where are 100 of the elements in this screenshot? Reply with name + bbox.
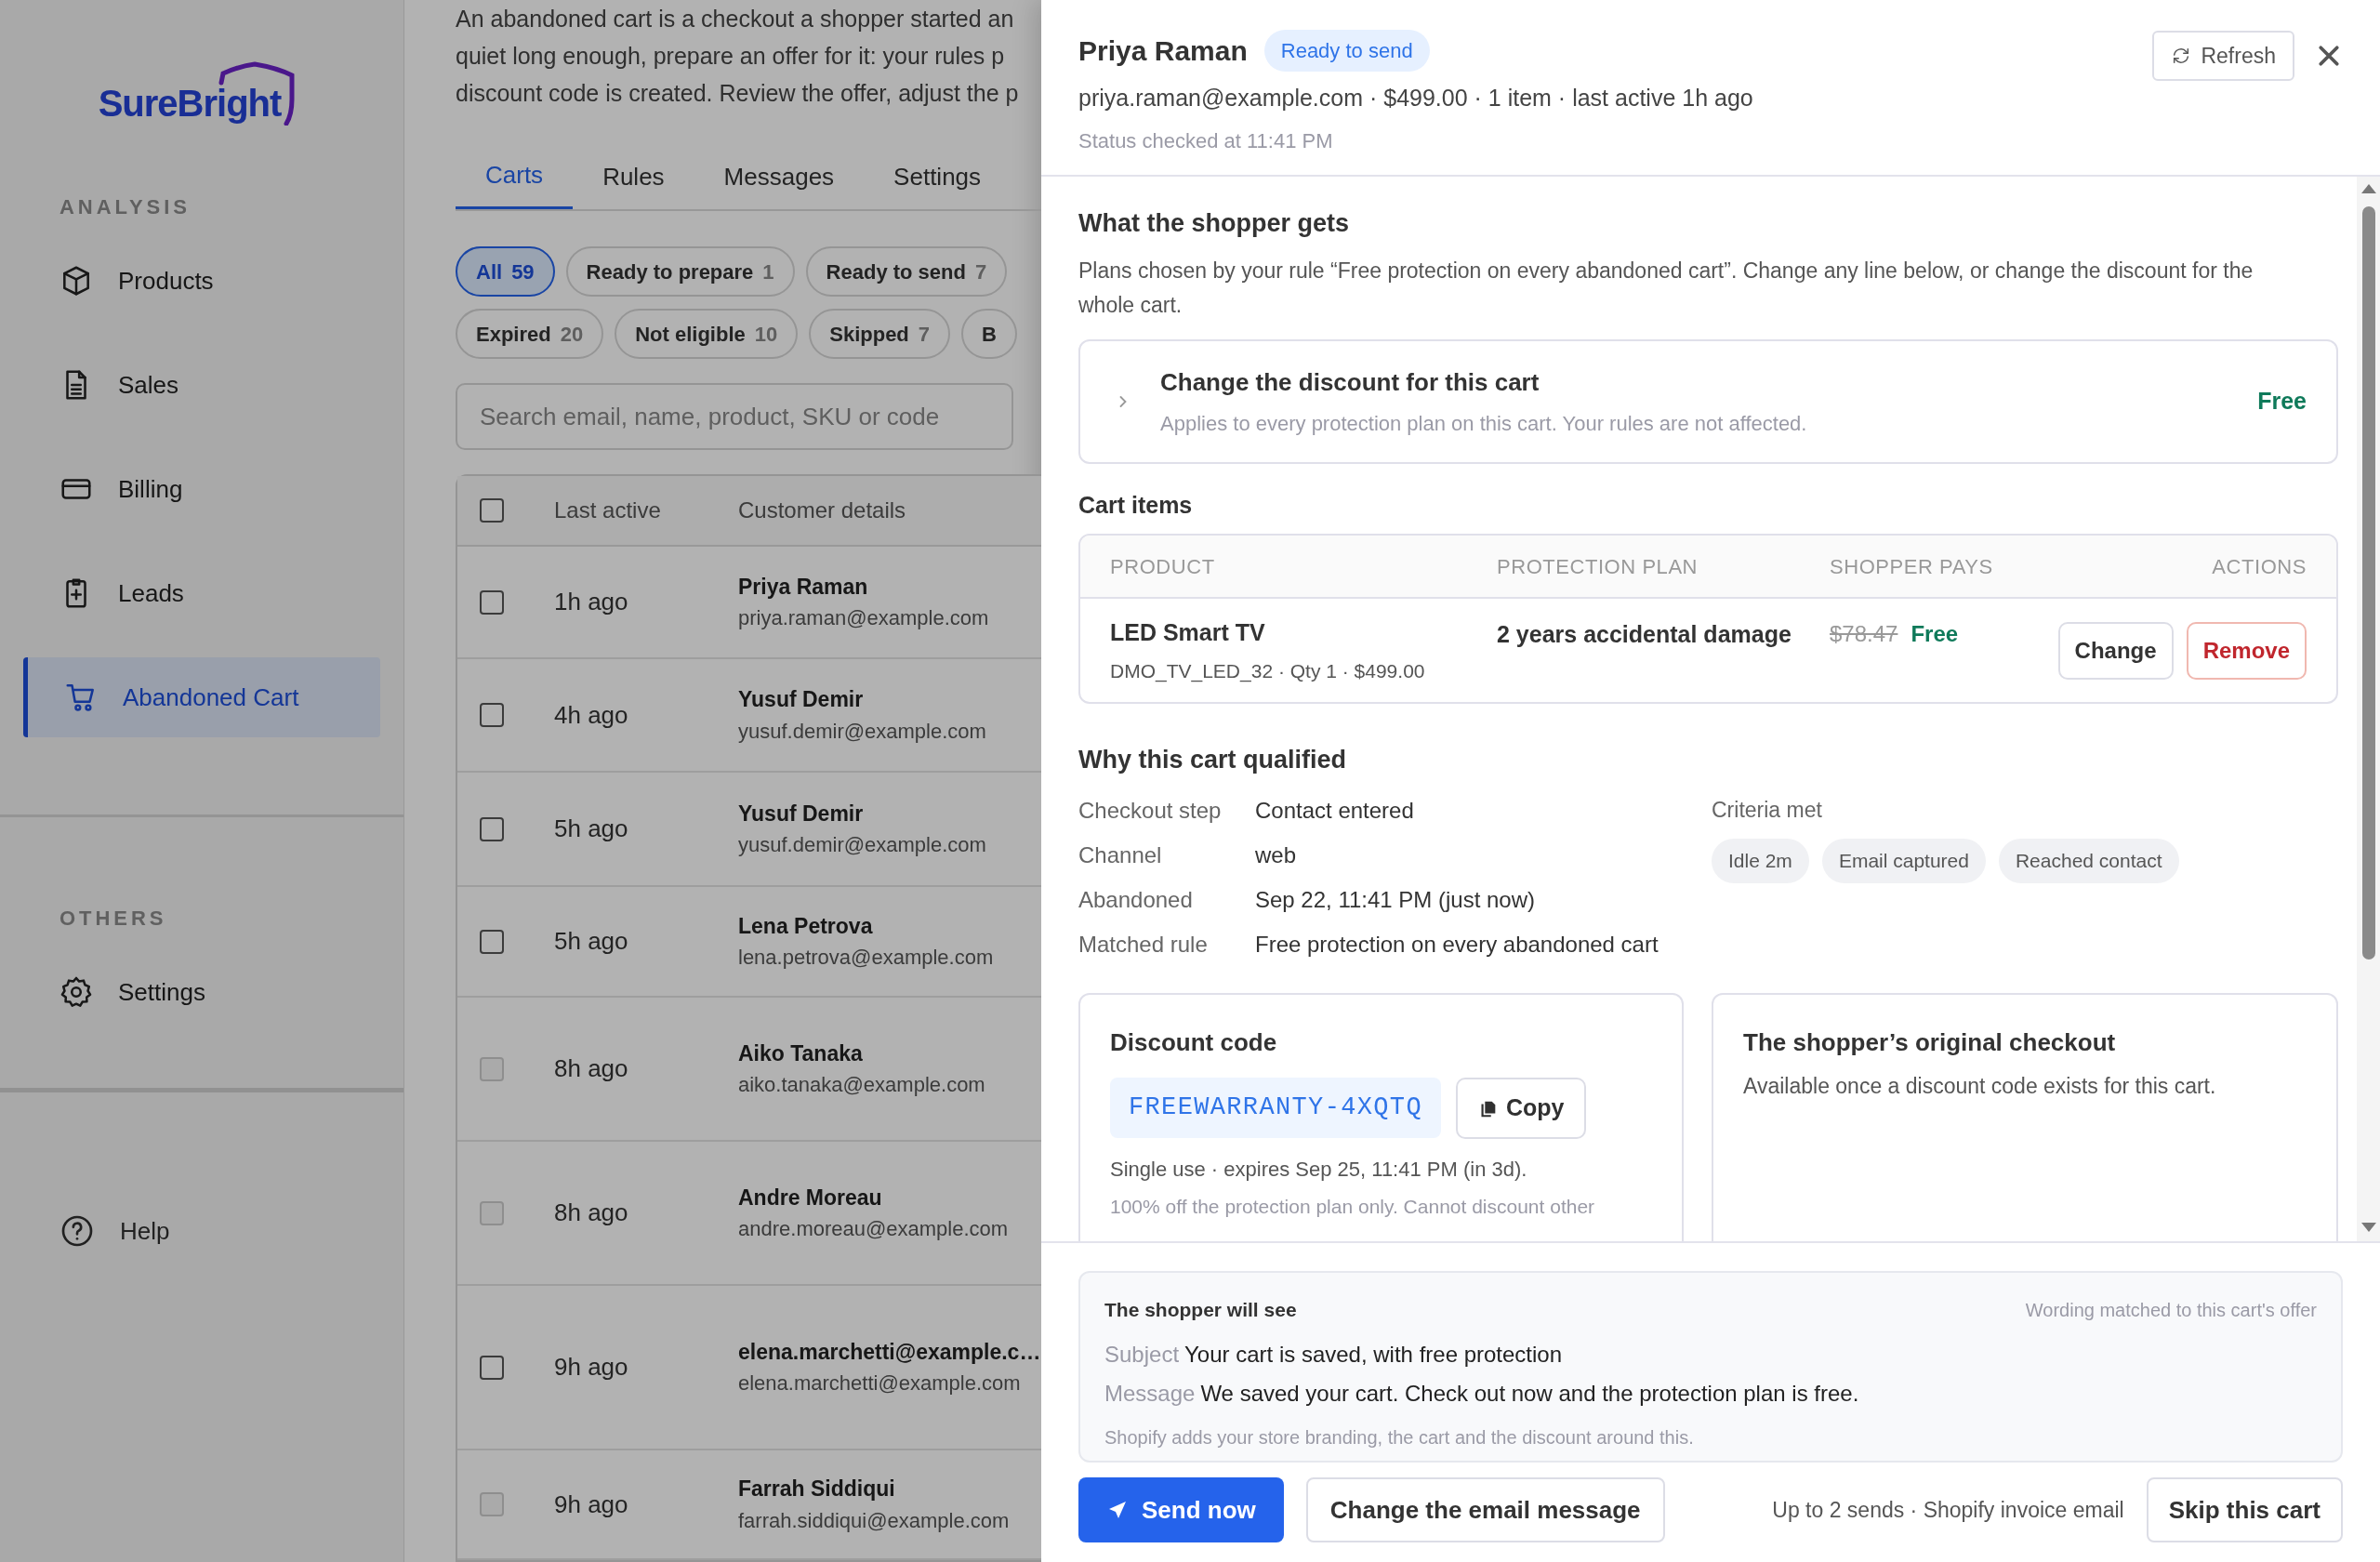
tab[interactable]: Rules <box>573 144 694 209</box>
customer-name: Farrah Siddiqui <box>738 1476 896 1503</box>
checkbox[interactable] <box>480 498 504 523</box>
skip-button[interactable]: Skip this cart <box>2146 1477 2343 1542</box>
customer-email: elena.marchetti@example.com <box>738 1370 1022 1397</box>
discount-code: FREEWARRANTY-4XQTQ <box>1110 1078 1441 1138</box>
checkbox[interactable] <box>480 1355 504 1380</box>
description-text: quiet long enough, prepare an offer for it: your rules p <box>456 42 1006 71</box>
product-detail: DMO_TV_LED_32 · Qty 1 · $499.00 <box>1110 658 1426 684</box>
code-usage: Single use · expires Sep 25, 11:41 PM (in 3d). <box>1110 1156 1528 1183</box>
section-heading: OTHERS <box>59 906 168 932</box>
card-note: Available once a discount code exists for this cart. <box>1743 1072 2217 1100</box>
fact-value: web <box>1255 841 1298 869</box>
filter-chip[interactable]: Ready to send 7 <box>805 246 1008 297</box>
original-price: $78.47 <box>1830 620 1898 648</box>
checkbox[interactable] <box>480 703 504 727</box>
discount-override[interactable]: Change the discount for this cart Applies to every protection plan on this cart. Your rules are not affected. Free <box>1078 338 2338 464</box>
description-text: An abandoned cart is a checkout a shopper started an <box>456 5 1015 33</box>
card-title: Discount code <box>1110 1026 1278 1058</box>
customer-name: Yusuf Demir <box>738 800 865 827</box>
section-heading: ANALYSIS <box>59 194 192 220</box>
customer-name: Yusuf Demir <box>738 686 865 714</box>
customer-name: Andre Moreau <box>738 1184 883 1211</box>
customer-email: farrah.siddiqui@example.com <box>738 1507 1010 1534</box>
criteria-tag: Email captured <box>1821 839 1986 883</box>
customer-email: andre.moreau@example.com <box>738 1216 1009 1243</box>
status-time: Status checked at 11:41 PM <box>1078 127 1334 154</box>
remove-button[interactable]: Remove <box>2186 621 2307 680</box>
customer-name: elena.marchetti@example.c… <box>738 1338 1041 1366</box>
customer-email: aiko.tanaka@example.com <box>738 1072 985 1099</box>
refresh-button[interactable]: Refresh <box>2152 31 2294 81</box>
product-name: LED Smart TV <box>1110 618 1266 647</box>
table-cell-text: 8h ago <box>554 1198 629 1228</box>
customer-email: yusuf.demir@example.com <box>738 718 986 745</box>
fact-label: Checkout step <box>1078 796 1223 825</box>
gear-icon <box>59 974 94 1010</box>
change-message-button[interactable]: Change the email message <box>1305 1477 1665 1542</box>
nav-item[interactable]: Leads <box>23 553 380 633</box>
column-header: PROTECTION PLAN <box>1497 553 1699 580</box>
column-header: ACTIONS <box>2212 553 2307 580</box>
column-header: PRODUCT <box>1110 553 1216 580</box>
description-text: discount code is created. Review the offer, adjust the p <box>456 79 1020 108</box>
table-cell-text: 1h ago <box>554 587 629 617</box>
fact-value: Free protection on every abandoned cart <box>1255 930 1659 959</box>
tab[interactable]: Settings <box>864 144 1012 209</box>
criteria-tag: Reached contact <box>1998 839 2179 883</box>
table-cell-text: 9h ago <box>554 1352 629 1383</box>
preview-hint: Wording matched to this cart's offer <box>2025 1298 2317 1322</box>
override-note: Applies to every protection plan on this cart. Your rules are not affected. <box>1160 410 1808 437</box>
checkbox[interactable] <box>480 929 504 954</box>
nav-item[interactable]: Billing <box>23 449 380 529</box>
change-button[interactable]: Change <box>2057 621 2174 680</box>
column-header: Last active <box>554 496 662 524</box>
nav-item[interactable]: Abandoned Cart <box>23 657 380 737</box>
table-cell-text: 8h ago <box>554 1053 629 1084</box>
fact-label: Matched rule <box>1078 930 1209 959</box>
send-button[interactable]: Send now <box>1078 1477 1284 1542</box>
table-cell-text: 4h ago <box>554 699 629 731</box>
filter-chip[interactable]: Skipped 7 <box>809 309 951 359</box>
filter-chip[interactable]: Expired 20 <box>456 309 604 359</box>
override-title: Change the discount for this cart <box>1160 366 1540 398</box>
filter-chip[interactable]: All 59 <box>456 246 555 297</box>
discount-value: Free <box>2257 386 2307 416</box>
fact-label: Channel <box>1078 841 1163 869</box>
filter-chip[interactable]: B <box>961 309 1017 359</box>
preview-title: The shopper will see <box>1104 1298 1297 1322</box>
nav-item[interactable]: Help <box>0 1191 403 1271</box>
table-cell-text: 5h ago <box>554 926 629 957</box>
tab[interactable]: Carts <box>456 144 574 209</box>
card-title: The shopper’s original checkout <box>1743 1026 2117 1058</box>
customer-name: Priya Raman <box>738 573 869 601</box>
protection-plan: 2 years accidental damage <box>1497 620 1792 649</box>
filter-chip[interactable]: Ready to prepare 1 <box>565 246 795 297</box>
nav-item[interactable]: Settings <box>23 952 380 1032</box>
nav-item[interactable]: Products <box>23 241 380 321</box>
preview-footnote: Shopify adds your store branding, the cart and the discount around this. <box>1104 1425 1695 1449</box>
filter-chip[interactable]: Not eligible 10 <box>615 309 799 359</box>
customer-email: yusuf.demir@example.com <box>738 832 986 859</box>
price: Free <box>1911 620 1959 648</box>
field-value: We saved your cart. Check out now and the protection plan is free. <box>1200 1380 1859 1406</box>
search-field[interactable]: Search email, name, product, SKU or code <box>456 383 1013 450</box>
section-description: Plans chosen by your rule “Free protection on every abandoned cart”. Change any line below, or change the discount for the whole cart. <box>1078 257 2254 319</box>
section-heading: Cart items <box>1078 490 1194 520</box>
checkbox[interactable] <box>480 816 504 841</box>
send-info: Up to 2 sends · Shopify invoice email <box>1771 1496 2124 1524</box>
table-cell-text: 5h ago <box>554 814 629 844</box>
section-heading: Why this cart qualified <box>1078 745 1348 775</box>
cart-summary: priya.raman@example.com · $499.00 · 1 item · last active 1h ago <box>1078 84 1754 113</box>
tab[interactable]: Messages <box>694 144 865 209</box>
customer-email: lena.petrova@example.com <box>738 945 994 972</box>
nav-item[interactable]: Sales <box>23 345 380 425</box>
criteria-label: Criteria met <box>1712 796 1823 824</box>
field-label: Subject <box>1104 1341 1180 1367</box>
fact-label: Abandoned <box>1078 885 1194 914</box>
copy-button[interactable]: Copy <box>1455 1077 1587 1139</box>
table-cell-text: 9h ago <box>554 1489 629 1520</box>
column-header: SHOPPER PAYS <box>1830 553 1994 580</box>
checkbox[interactable] <box>480 589 504 615</box>
customer-name: Aiko Tanaka <box>738 1039 864 1067</box>
customer-name: Lena Petrova <box>738 912 874 940</box>
